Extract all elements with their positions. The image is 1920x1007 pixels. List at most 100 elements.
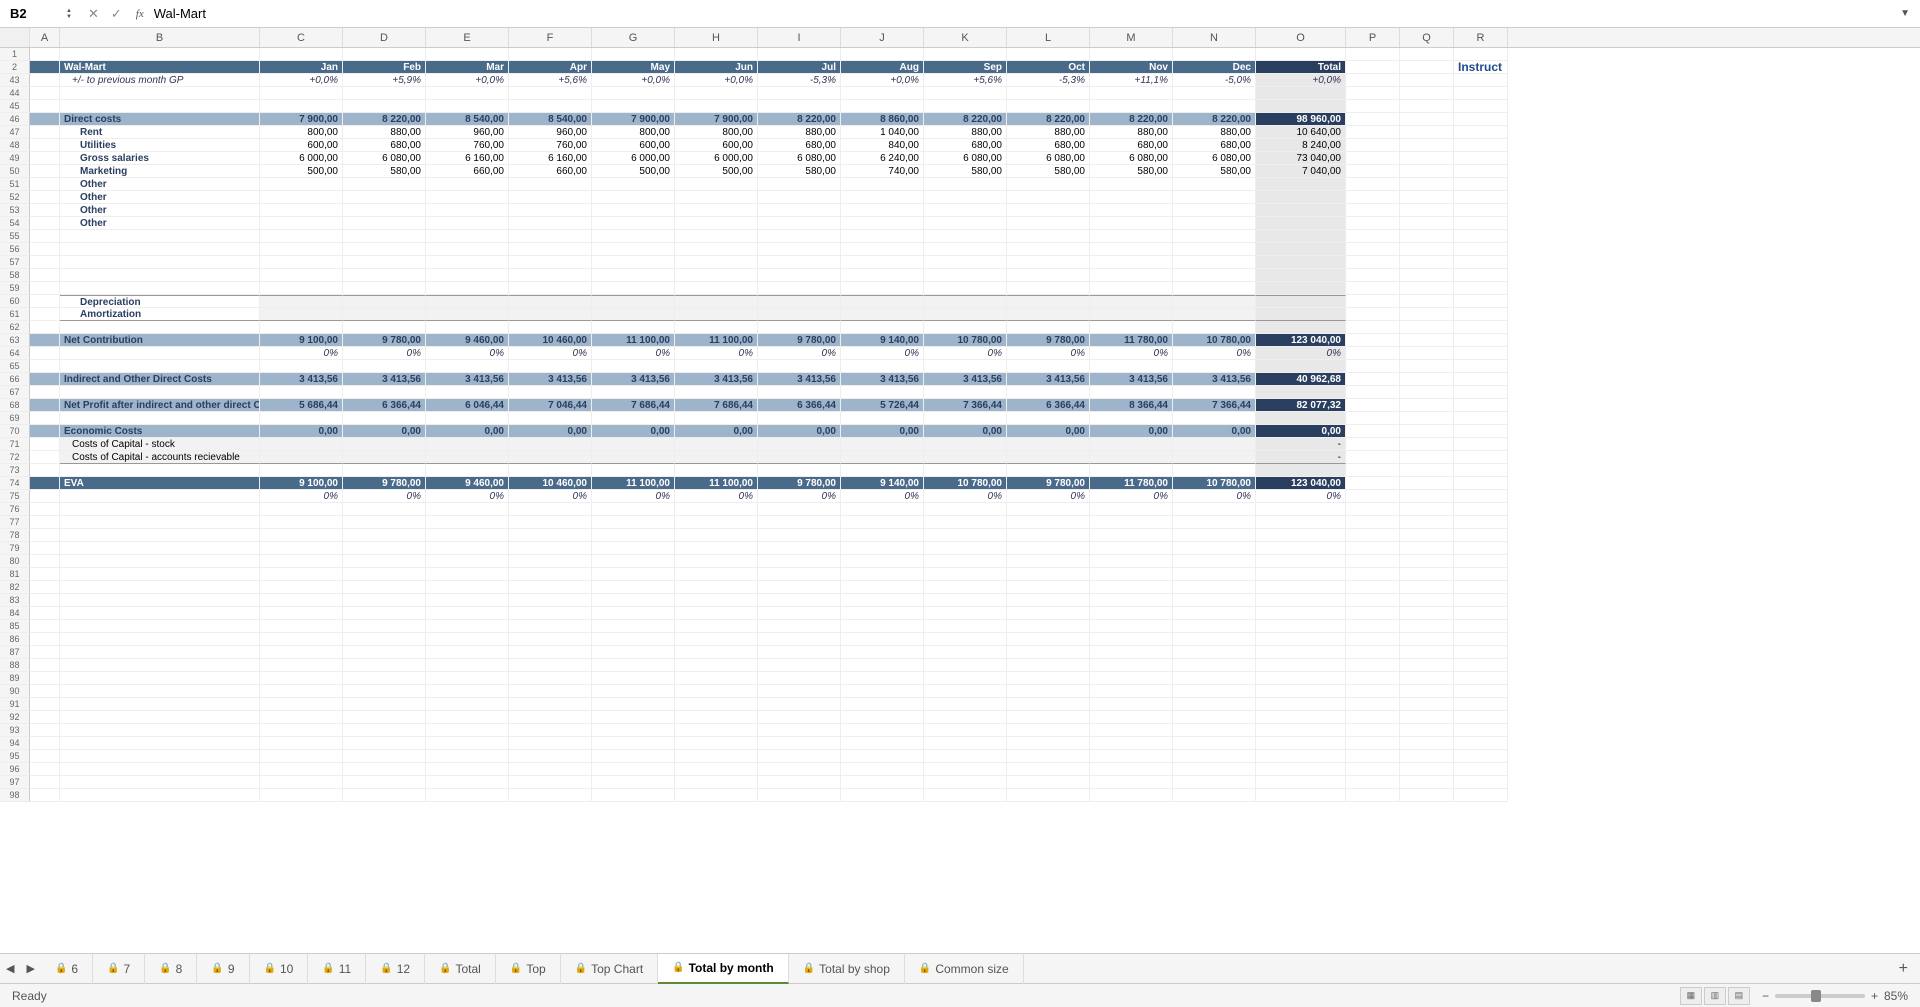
cost-value[interactable] — [260, 191, 343, 204]
cost-value[interactable] — [758, 191, 841, 204]
row-header[interactable]: 83 — [0, 594, 30, 607]
cell[interactable] — [758, 763, 841, 776]
cell[interactable] — [592, 529, 675, 542]
cell[interactable] — [1454, 477, 1508, 490]
cell[interactable] — [841, 789, 924, 802]
month-header[interactable]: Mar — [426, 61, 509, 74]
cell[interactable] — [675, 100, 758, 113]
cell[interactable] — [60, 100, 260, 113]
cell[interactable] — [1400, 763, 1454, 776]
cell[interactable] — [1400, 516, 1454, 529]
cell[interactable] — [1256, 607, 1346, 620]
pct-value[interactable]: 0% — [675, 347, 758, 360]
cell[interactable] — [426, 711, 509, 724]
cell[interactable] — [758, 295, 841, 308]
cell[interactable] — [1454, 789, 1508, 802]
cell[interactable] — [1400, 633, 1454, 646]
row-header[interactable]: 47 — [0, 126, 30, 139]
row-header[interactable]: 81 — [0, 568, 30, 581]
cell[interactable] — [426, 555, 509, 568]
cap-ar-label[interactable]: Costs of Capital - accounts recievable — [60, 451, 260, 464]
cell[interactable] — [1454, 295, 1508, 308]
cell[interactable] — [509, 594, 592, 607]
cell[interactable] — [1346, 776, 1400, 789]
cell[interactable] — [592, 87, 675, 100]
cell[interactable] — [509, 789, 592, 802]
cost-value[interactable] — [1173, 191, 1256, 204]
cost-value[interactable]: 600,00 — [675, 139, 758, 152]
cell[interactable] — [592, 451, 675, 464]
cell[interactable] — [1256, 321, 1346, 334]
cell[interactable] — [1454, 87, 1508, 100]
cancel-icon[interactable]: ✕ — [82, 6, 105, 22]
cost-value[interactable] — [841, 178, 924, 191]
cell[interactable] — [1400, 776, 1454, 789]
cell[interactable] — [1454, 568, 1508, 581]
cell[interactable] — [60, 347, 260, 360]
cell[interactable] — [841, 321, 924, 334]
row-header[interactable]: 65 — [0, 360, 30, 373]
cell[interactable] — [1400, 477, 1454, 490]
eva-pct[interactable]: 0% — [426, 490, 509, 503]
cell[interactable] — [343, 100, 426, 113]
net-profit-value[interactable]: 7 046,44 — [509, 399, 592, 412]
row-header[interactable]: 70 — [0, 425, 30, 438]
cell[interactable] — [758, 750, 841, 763]
net-profit-value[interactable]: 7 686,44 — [592, 399, 675, 412]
zoom-in-button[interactable]: + — [1871, 989, 1878, 1003]
cell[interactable] — [1173, 737, 1256, 750]
row-header[interactable]: 62 — [0, 321, 30, 334]
cell[interactable] — [1090, 724, 1173, 737]
direct-costs-value[interactable]: 8 540,00 — [426, 113, 509, 126]
cell[interactable] — [1090, 568, 1173, 581]
cell[interactable] — [60, 282, 260, 295]
eva-pct[interactable]: 0% — [1007, 490, 1090, 503]
cost-value[interactable]: 500,00 — [260, 165, 343, 178]
indirect-value[interactable]: 3 413,56 — [260, 373, 343, 386]
net-contrib-value[interactable]: 10 780,00 — [1173, 334, 1256, 347]
cell[interactable] — [509, 750, 592, 763]
cell[interactable] — [841, 87, 924, 100]
cell[interactable] — [1007, 698, 1090, 711]
cell[interactable] — [1346, 724, 1400, 737]
cell[interactable] — [1400, 451, 1454, 464]
cell[interactable] — [758, 555, 841, 568]
cell[interactable] — [1454, 464, 1508, 477]
cell[interactable] — [675, 529, 758, 542]
cell[interactable] — [1454, 581, 1508, 594]
cell[interactable] — [841, 607, 924, 620]
cell[interactable] — [675, 451, 758, 464]
cell[interactable] — [1454, 542, 1508, 555]
cost-value[interactable] — [592, 191, 675, 204]
cell[interactable] — [509, 763, 592, 776]
economic-value[interactable]: 0,00 — [1090, 425, 1173, 438]
row-header[interactable]: 61 — [0, 308, 30, 321]
cell[interactable] — [60, 659, 260, 672]
net-contrib-value[interactable]: 11 100,00 — [675, 334, 758, 347]
cell[interactable] — [758, 698, 841, 711]
net-contrib-value[interactable]: 10 460,00 — [509, 334, 592, 347]
cell[interactable] — [426, 48, 509, 61]
cell[interactable] — [60, 581, 260, 594]
zoom-out-button[interactable]: − — [1762, 989, 1769, 1003]
cell[interactable] — [343, 633, 426, 646]
cell[interactable] — [343, 724, 426, 737]
row-header[interactable]: 52 — [0, 191, 30, 204]
cell[interactable] — [1007, 672, 1090, 685]
cell[interactable] — [1090, 789, 1173, 802]
cell[interactable] — [592, 737, 675, 750]
cell[interactable] — [30, 789, 60, 802]
row-header[interactable]: 77 — [0, 516, 30, 529]
cell[interactable] — [1454, 776, 1508, 789]
row-header[interactable]: 90 — [0, 685, 30, 698]
cost-value[interactable]: 580,00 — [924, 165, 1007, 178]
cell[interactable] — [924, 100, 1007, 113]
month-header[interactable]: Sep — [924, 61, 1007, 74]
eva-value[interactable]: 11 780,00 — [1090, 477, 1173, 490]
cell[interactable] — [260, 282, 343, 295]
cost-value[interactable]: 6 160,00 — [426, 152, 509, 165]
row-header[interactable]: 95 — [0, 750, 30, 763]
cell[interactable] — [1400, 308, 1454, 321]
cell[interactable] — [592, 295, 675, 308]
cell[interactable] — [924, 308, 1007, 321]
